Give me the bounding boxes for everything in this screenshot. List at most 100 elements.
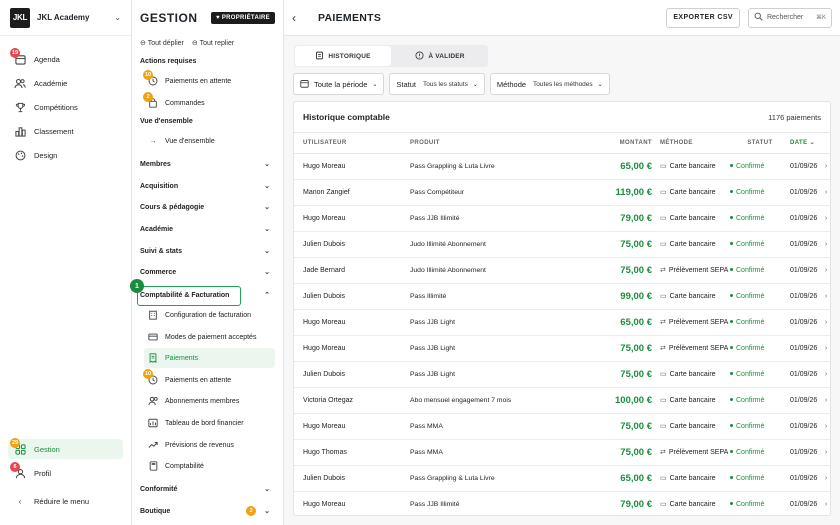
rail-item-label: Classement <box>34 126 74 136</box>
status-dot <box>730 216 733 220</box>
table-row[interactable]: Victoria Ortegaz Abo mensuel engagement 7… <box>294 387 830 414</box>
nav-subscriptions[interactable]: Abonnements membres <box>144 391 275 411</box>
group-cours[interactable]: Cours & pédagogie ⌄ <box>140 199 270 215</box>
chevron-right-icon[interactable]: › <box>820 153 830 180</box>
chevron-right-icon[interactable]: › <box>820 231 830 258</box>
table-row[interactable]: Hugo Moreau Pass JJB Light 75,00 € ⇄ Prélève… <box>294 335 830 362</box>
col-header-user[interactable]: UTILISATEUR <box>294 133 410 154</box>
cell-product: Pass Compétiteur <box>410 179 580 206</box>
status-dot <box>730 190 733 194</box>
nav-billing-config[interactable]: Configuration de facturation <box>144 305 275 325</box>
col-header-product[interactable]: PRODUIT <box>410 133 580 154</box>
rail-item-design[interactable]: Design <box>8 145 123 165</box>
nav-payments[interactable]: Paiements <box>144 348 275 368</box>
chevron-right-icon[interactable]: › <box>820 465 830 492</box>
rail-item-profil[interactable]: 6 Profil <box>8 462 123 483</box>
expand-all-button[interactable]: ⊖ Tout déplier <box>140 39 184 47</box>
rail-item-gestion[interactable]: 29 Gestion <box>8 438 123 459</box>
chevron-right-icon[interactable]: › <box>820 309 830 336</box>
card-icon: ▭ <box>660 293 667 300</box>
chevron-right-icon[interactable]: › <box>820 257 830 284</box>
nav-overview[interactable]: → Vue d'ensemble <box>144 131 275 151</box>
search-input[interactable]: Rechercher ⌘K <box>748 7 832 28</box>
group-acquisition[interactable]: Acquisition ⌄ <box>140 178 270 194</box>
card-icon: ▭ <box>660 397 667 404</box>
back-button[interactable]: ‹ <box>292 11 314 25</box>
chevron-right-icon[interactable]: › <box>820 335 830 362</box>
chevron-right-icon[interactable]: › <box>820 413 830 440</box>
cell-status: Confirmé <box>730 205 790 232</box>
status-filter[interactable]: Statut Tous les statuts ⌄ <box>389 73 485 95</box>
table-row[interactable]: Hugo Moreau Pass Grappling & Luta Livre 65… <box>294 153 830 180</box>
period-filter[interactable]: Toute la période ⌄ <box>293 73 385 95</box>
nav-orders[interactable]: 2 Commandes <box>143 92 275 113</box>
nav-accounting[interactable]: Comptabilité <box>144 456 275 476</box>
rail-item-label: Profil <box>34 468 52 478</box>
cell-method: ▭ Carte bancaire <box>660 283 730 310</box>
cell-product: Judo Illimité Abonnement <box>410 257 580 284</box>
tab-a-valider[interactable]: À VALIDER <box>392 45 488 67</box>
group-commerce[interactable]: Commerce ⌄ <box>140 264 270 280</box>
rail-item-label: Gestion <box>34 444 60 454</box>
rail-item-agenda[interactable]: 19 Agenda <box>8 48 123 69</box>
cell-user: Hugo Moreau <box>294 309 410 336</box>
card-icon: ▭ <box>660 423 667 430</box>
academy-switcher[interactable]: JKL JKL Academy ⌄ <box>0 0 131 36</box>
chevron-down-icon: ⌄ <box>264 161 270 168</box>
collapse-menu-button[interactable]: ‹ Réduire le menu <box>8 491 123 511</box>
clock-icon: 10 <box>143 369 159 386</box>
col-header-status[interactable]: STATUT <box>730 133 790 154</box>
col-header-date[interactable]: DATE ⌄ <box>790 133 820 154</box>
nav-finance-dashboard[interactable]: Tableau de bord financier <box>144 413 275 433</box>
group-academie[interactable]: Académie ⌄ <box>140 221 270 237</box>
cell-product: Pass JJB Light <box>410 335 580 362</box>
table-row[interactable]: Julien Dubois Pass Illimité 99,00 € ▭ Carte … <box>294 283 830 310</box>
cell-amount: 75,00 € <box>580 439 660 466</box>
cell-method: ▭ Carte bancaire <box>660 361 730 388</box>
table-row[interactable]: Julien Dubois Pass Grappling & Luta Livre… <box>294 465 830 492</box>
chevron-right-icon[interactable]: › <box>820 283 830 310</box>
nav-label: Vue d'ensemble <box>165 137 215 145</box>
table-row[interactable]: Hugo Moreau Pass JJB Light 65,00 € ⇄ Prélève… <box>294 309 830 336</box>
export-csv-button[interactable]: EXPORTER CSV <box>666 7 740 28</box>
cell-user: Hugo Moreau <box>294 491 410 515</box>
chevron-right-icon[interactable]: › <box>820 491 830 515</box>
tab-historique[interactable]: HISTORIQUE <box>295 46 391 66</box>
nav-payment-modes[interactable]: Modes de paiement acceptés <box>144 327 275 347</box>
status-dot <box>730 346 733 350</box>
table-row[interactable]: Manon Zangief Pass Compétiteur 119,00 € ▭ Ca… <box>294 179 830 206</box>
table-row[interactable]: Hugo Moreau Pass JJB Illimité 79,00 € ▭ Cart… <box>294 205 830 232</box>
nav-pending-payments[interactable]: 10 Paiements en attente <box>143 70 275 91</box>
table-row[interactable]: Hugo Moreau Pass MMA 75,00 € ▭ Carte bancair… <box>294 413 830 440</box>
collapse-menu-label: Réduire le menu <box>34 496 90 506</box>
nav-pending-payments-2[interactable]: 10 Paiements en attente <box>143 369 275 390</box>
table-row[interactable]: Hugo Moreau Pass JJB Illimité 79,00 € ▭ Cart… <box>294 491 830 515</box>
nav-revenue-forecast[interactable]: Prévisions de revenus <box>144 435 275 455</box>
table-row[interactable]: Jade Bernard Judo Illimité Abonnement 75,0… <box>294 257 830 284</box>
col-header-amount[interactable]: MONTANT <box>580 133 660 154</box>
method-filter[interactable]: Méthode Toutes les méthodes ⌄ <box>489 73 610 95</box>
chevron-right-icon[interactable]: › <box>820 179 830 206</box>
group-suivi[interactable]: Suivi & stats ⌄ <box>140 243 270 259</box>
chevron-right-icon[interactable]: › <box>820 361 830 388</box>
table-row[interactable]: Hugo Thomas Pass MMA 75,00 € ⇄ Prélèvement S… <box>294 439 830 466</box>
rail-item-academie[interactable]: Académie <box>8 73 123 93</box>
status-dot <box>730 372 733 376</box>
rail-item-competitions[interactable]: Compétitions <box>8 97 123 117</box>
group-membres[interactable]: Membres ⌄ <box>140 156 270 172</box>
collapse-all-button[interactable]: ⊖ Tout replier <box>192 39 234 47</box>
col-header-method[interactable]: MÉTHODE <box>660 133 730 154</box>
status-dot <box>730 320 733 324</box>
chevron-right-icon[interactable]: › <box>820 439 830 466</box>
chevron-right-icon[interactable]: › <box>820 387 830 414</box>
table-row[interactable]: Julien Dubois Judo Illimité Abonnement 75,… <box>294 231 830 258</box>
cell-amount: 65,00 € <box>580 465 660 492</box>
table-row[interactable]: Julien Dubois Pass JJB Light 75,00 € ▭ Carte… <box>294 361 830 388</box>
rail-item-classement[interactable]: Classement <box>8 121 123 141</box>
cell-date: 01/09/26 <box>790 387 820 414</box>
group-boutique[interactable]: Boutique 2 ⌄ <box>140 503 270 519</box>
group-conformite[interactable]: Conformité ⌄ <box>140 481 270 497</box>
chevron-right-icon[interactable]: › <box>820 205 830 232</box>
calendar-icon <box>300 79 309 90</box>
cell-amount: 65,00 € <box>580 153 660 180</box>
